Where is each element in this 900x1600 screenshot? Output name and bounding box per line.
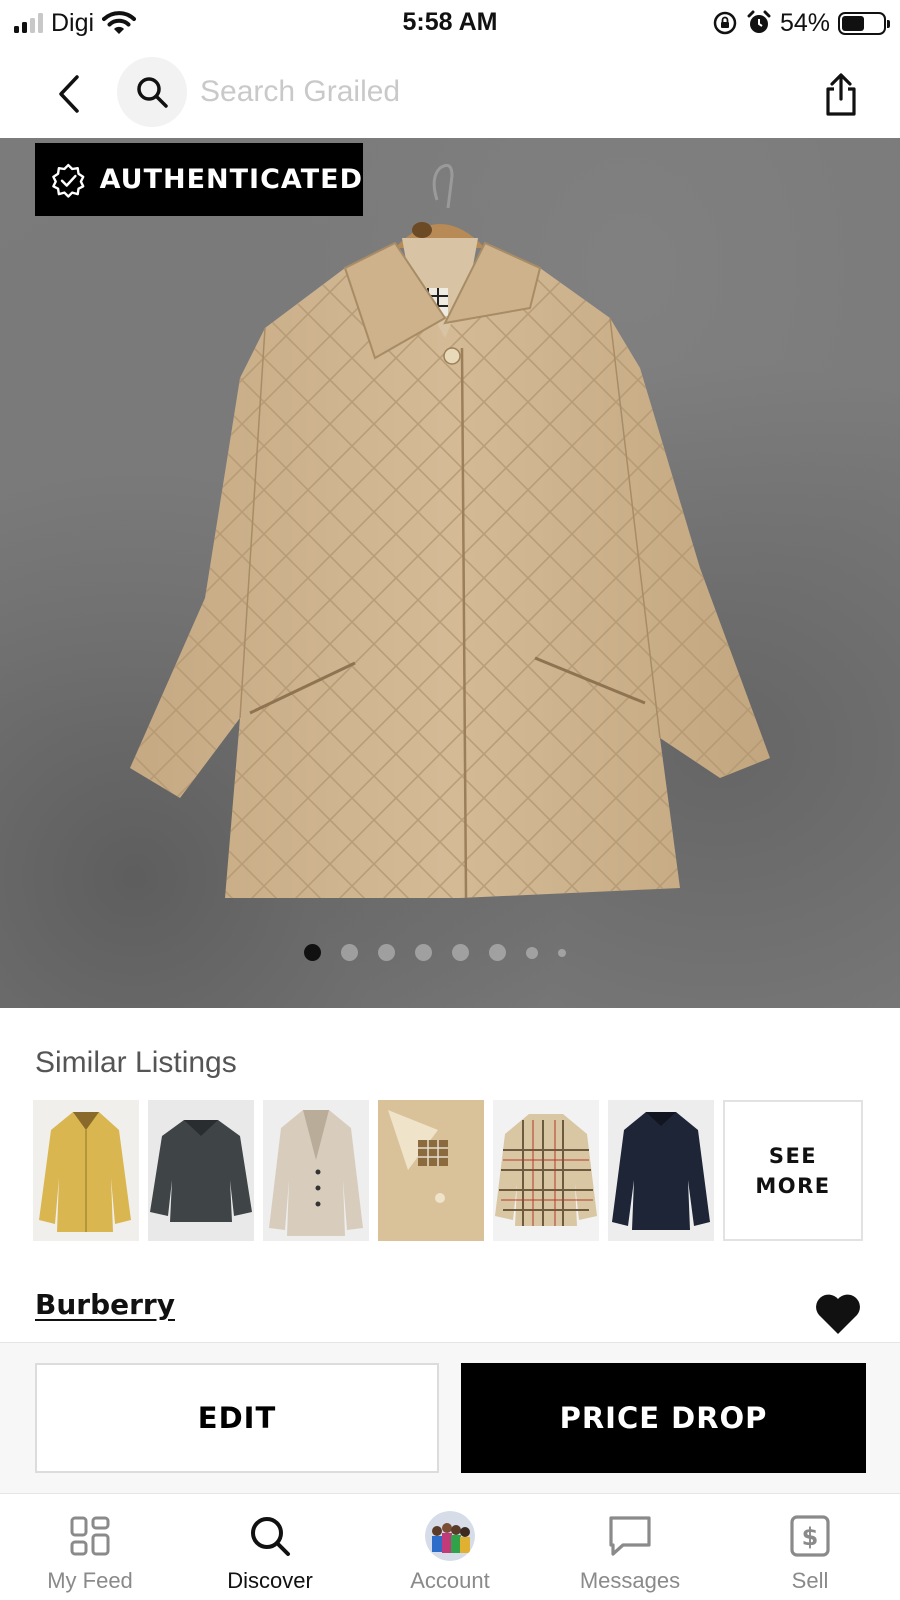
carousel-dots xyxy=(0,944,900,961)
tab-label: Sell xyxy=(791,1568,829,1593)
top-nav xyxy=(0,52,900,138)
similar-listing-thumbnail[interactable] xyxy=(263,1100,369,1241)
carousel-dot[interactable] xyxy=(304,944,321,961)
battery-fill xyxy=(842,15,864,31)
avatar xyxy=(425,1511,475,1561)
chat-bubble-icon xyxy=(609,1516,651,1556)
carousel-dot[interactable] xyxy=(341,944,358,961)
listing-photo-carousel[interactable]: AUTHENTICATED xyxy=(0,138,900,1008)
chevron-left-icon xyxy=(59,75,79,113)
carousel-dot[interactable] xyxy=(378,944,395,961)
similar-listing-thumbnail[interactable] xyxy=(608,1100,714,1241)
share-icon xyxy=(826,73,856,116)
similar-listing-thumbnail[interactable] xyxy=(493,1100,599,1241)
battery-icon xyxy=(838,11,890,35)
carousel-dot[interactable] xyxy=(489,944,506,961)
tab-sell[interactable]: $ Sell xyxy=(720,1494,900,1600)
tab-bar: My Feed Discover Account Messages $ Sell xyxy=(0,1494,900,1600)
brand-link[interactable]: Burberry xyxy=(35,1288,175,1321)
heart-icon xyxy=(816,1294,860,1334)
tab-label: Messages xyxy=(579,1568,681,1593)
similar-listing-thumbnail[interactable] xyxy=(378,1100,484,1241)
tab-label: My Feed xyxy=(47,1568,133,1593)
authenticated-label: AUTHENTICATED xyxy=(99,164,363,195)
price-drop-button[interactable]: PRICE DROP xyxy=(461,1363,866,1473)
listing-photo xyxy=(130,163,770,899)
svg-text:$: $ xyxy=(802,1523,819,1551)
tab-account[interactable]: Account xyxy=(360,1494,540,1600)
authenticated-badge: AUTHENTICATED xyxy=(35,143,363,216)
search-icon-button[interactable] xyxy=(117,57,187,127)
tab-my-feed[interactable]: My Feed xyxy=(0,1494,180,1600)
see-more-button[interactable]: SEE MORE xyxy=(723,1100,863,1241)
similar-listing-thumbnail[interactable] xyxy=(148,1100,254,1241)
feed-grid-icon xyxy=(70,1516,110,1556)
carousel-dot[interactable] xyxy=(526,946,538,959)
rotation-lock-icon xyxy=(713,11,737,35)
similar-listings-row: SEE MORE xyxy=(33,1100,863,1241)
share-button[interactable] xyxy=(810,64,872,126)
status-right: 54% xyxy=(712,8,890,38)
tab-messages[interactable]: Messages xyxy=(540,1494,720,1600)
favorite-button[interactable] xyxy=(814,1292,862,1336)
battery-percent: 54% xyxy=(779,8,830,37)
tab-discover[interactable]: Discover xyxy=(180,1494,360,1600)
verified-check-icon xyxy=(52,163,85,198)
carousel-dot[interactable] xyxy=(558,948,566,957)
search-icon xyxy=(251,1517,290,1556)
search-input[interactable] xyxy=(200,66,760,118)
tab-label: Account xyxy=(410,1568,490,1593)
similar-listing-thumbnail[interactable] xyxy=(33,1100,139,1241)
search-icon xyxy=(137,77,168,108)
alarm-icon xyxy=(747,10,771,33)
status-bar: Digi 5:58 AM 54% xyxy=(0,0,900,48)
dollar-tag-icon: $ xyxy=(790,1515,830,1557)
carousel-dot[interactable] xyxy=(452,944,469,961)
action-bar: EDIT PRICE DROP xyxy=(0,1342,900,1494)
carousel-dot[interactable] xyxy=(415,944,432,961)
similar-listings-title: Similar Listings xyxy=(35,1046,237,1079)
back-button[interactable] xyxy=(44,62,94,126)
tab-label: Discover xyxy=(227,1568,313,1593)
edit-button[interactable]: EDIT xyxy=(35,1363,439,1473)
